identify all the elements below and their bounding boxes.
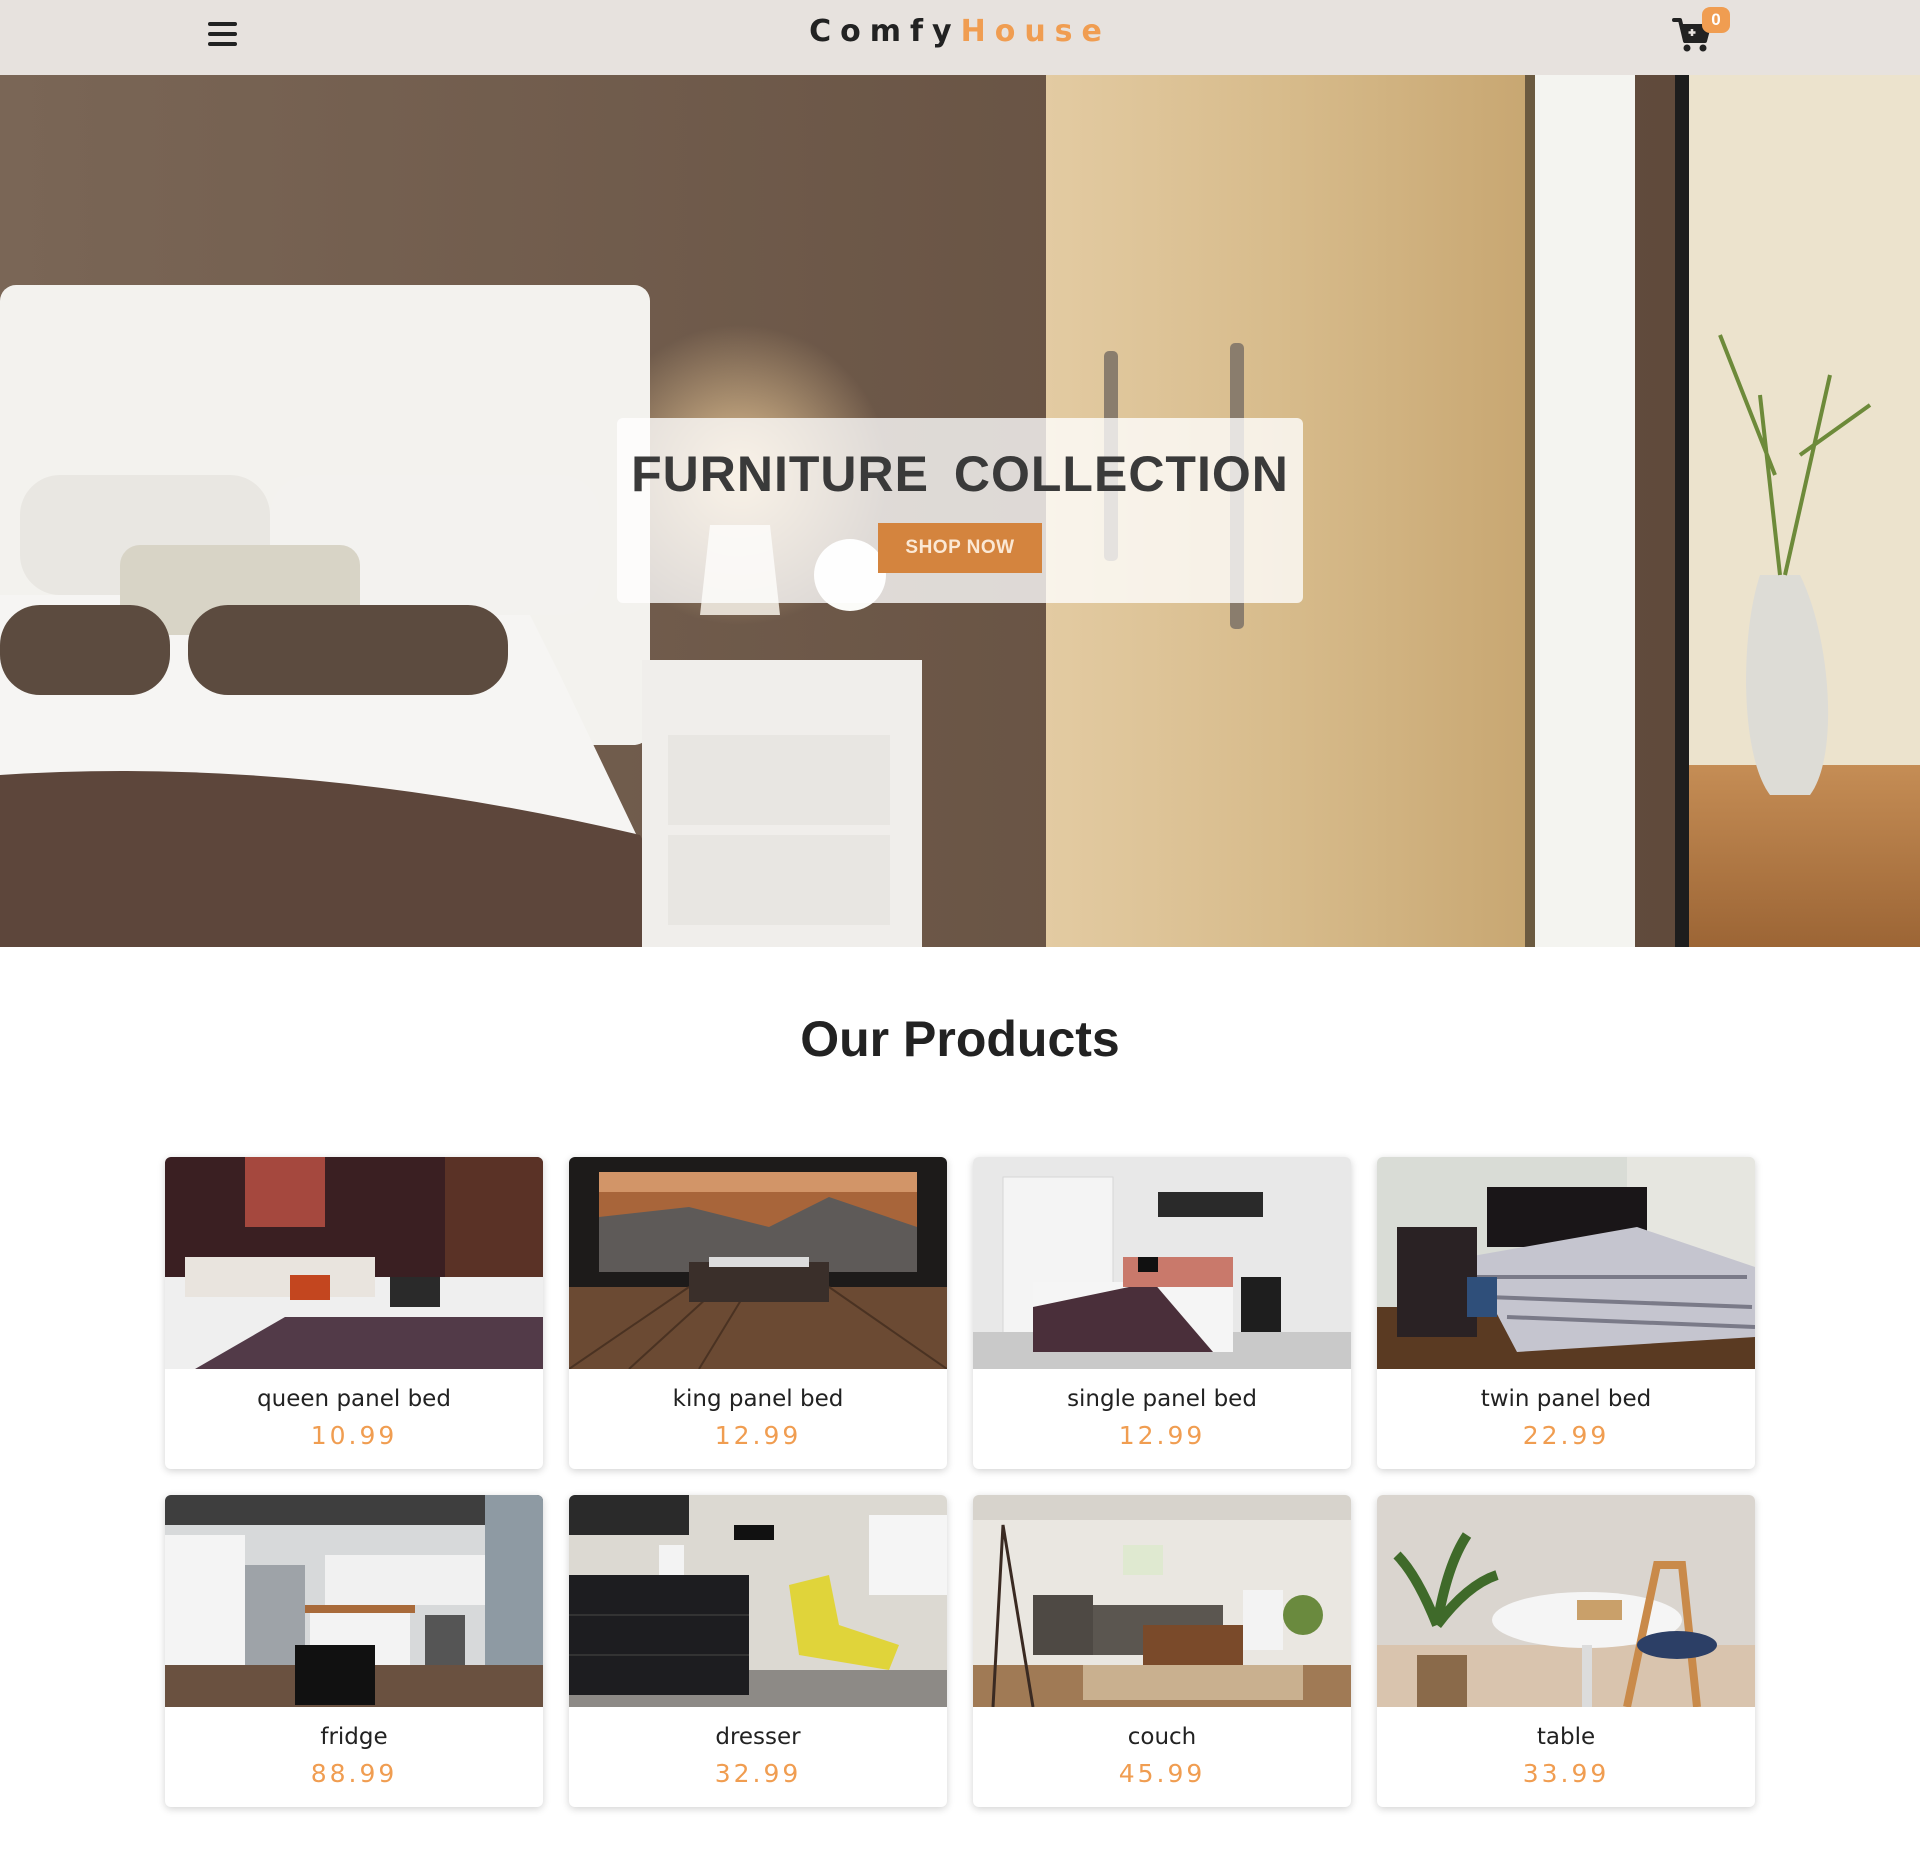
product-price: 45.99 <box>1118 1759 1206 1788</box>
products-grid: queen panel bed 10.99 king panel bed 12.… <box>165 1157 1755 1807</box>
product-name: king panel bed <box>672 1386 844 1412</box>
product-image[interactable] <box>1377 1495 1755 1707</box>
product-image[interactable] <box>569 1495 947 1707</box>
product-card[interactable]: twin panel bed 22.99 <box>1377 1157 1755 1469</box>
product-name: table <box>1536 1724 1596 1750</box>
product-image[interactable] <box>165 1157 543 1369</box>
product-image[interactable] <box>973 1157 1351 1369</box>
product-card[interactable]: queen panel bed 10.99 <box>165 1157 543 1469</box>
product-card[interactable]: fridge 88.99 <box>165 1495 543 1807</box>
product-image[interactable] <box>973 1495 1351 1707</box>
product-price: 10.99 <box>310 1421 398 1450</box>
product-name: fridge <box>320 1724 388 1750</box>
product-name: dresser <box>715 1724 801 1750</box>
hero: FURNITURE COLLECTION SHOP NOW <box>0 75 1920 947</box>
product-image[interactable] <box>569 1157 947 1369</box>
product-card[interactable]: king panel bed 12.99 <box>569 1157 947 1469</box>
cart-button[interactable]: 0 <box>1672 7 1730 58</box>
product-name: twin panel bed <box>1480 1386 1652 1412</box>
product-price: 32.99 <box>714 1759 802 1788</box>
product-price: 12.99 <box>1118 1421 1206 1450</box>
product-card[interactable]: table 33.99 <box>1377 1495 1755 1807</box>
product-card[interactable]: single panel bed 12.99 <box>973 1157 1351 1469</box>
product-price: 33.99 <box>1522 1759 1610 1788</box>
shop-now-button[interactable]: SHOP NOW <box>878 523 1042 573</box>
product-price: 22.99 <box>1522 1421 1610 1450</box>
product-image[interactable] <box>1377 1157 1755 1369</box>
product-price: 12.99 <box>714 1421 802 1450</box>
product-name: couch <box>1127 1724 1197 1750</box>
logo-part-2: House <box>960 14 1111 49</box>
product-name: queen panel bed <box>257 1386 451 1412</box>
product-price: 88.99 <box>310 1759 398 1788</box>
product-image[interactable] <box>165 1495 543 1707</box>
navbar: ComfyHouse 0 <box>0 0 1920 75</box>
hero-banner: FURNITURE COLLECTION SHOP NOW <box>617 418 1303 603</box>
logo: ComfyHouse <box>0 14 1920 49</box>
product-card[interactable]: couch 45.99 <box>973 1495 1351 1807</box>
hero-title: FURNITURE COLLECTION <box>631 446 1289 502</box>
product-name: single panel bed <box>1067 1386 1257 1412</box>
section-title: Our Products <box>800 1011 1120 1067</box>
product-card[interactable]: dresser 32.99 <box>569 1495 947 1807</box>
cart-count-badge: 0 <box>1702 7 1730 33</box>
logo-part-1: Comfy <box>809 14 961 49</box>
